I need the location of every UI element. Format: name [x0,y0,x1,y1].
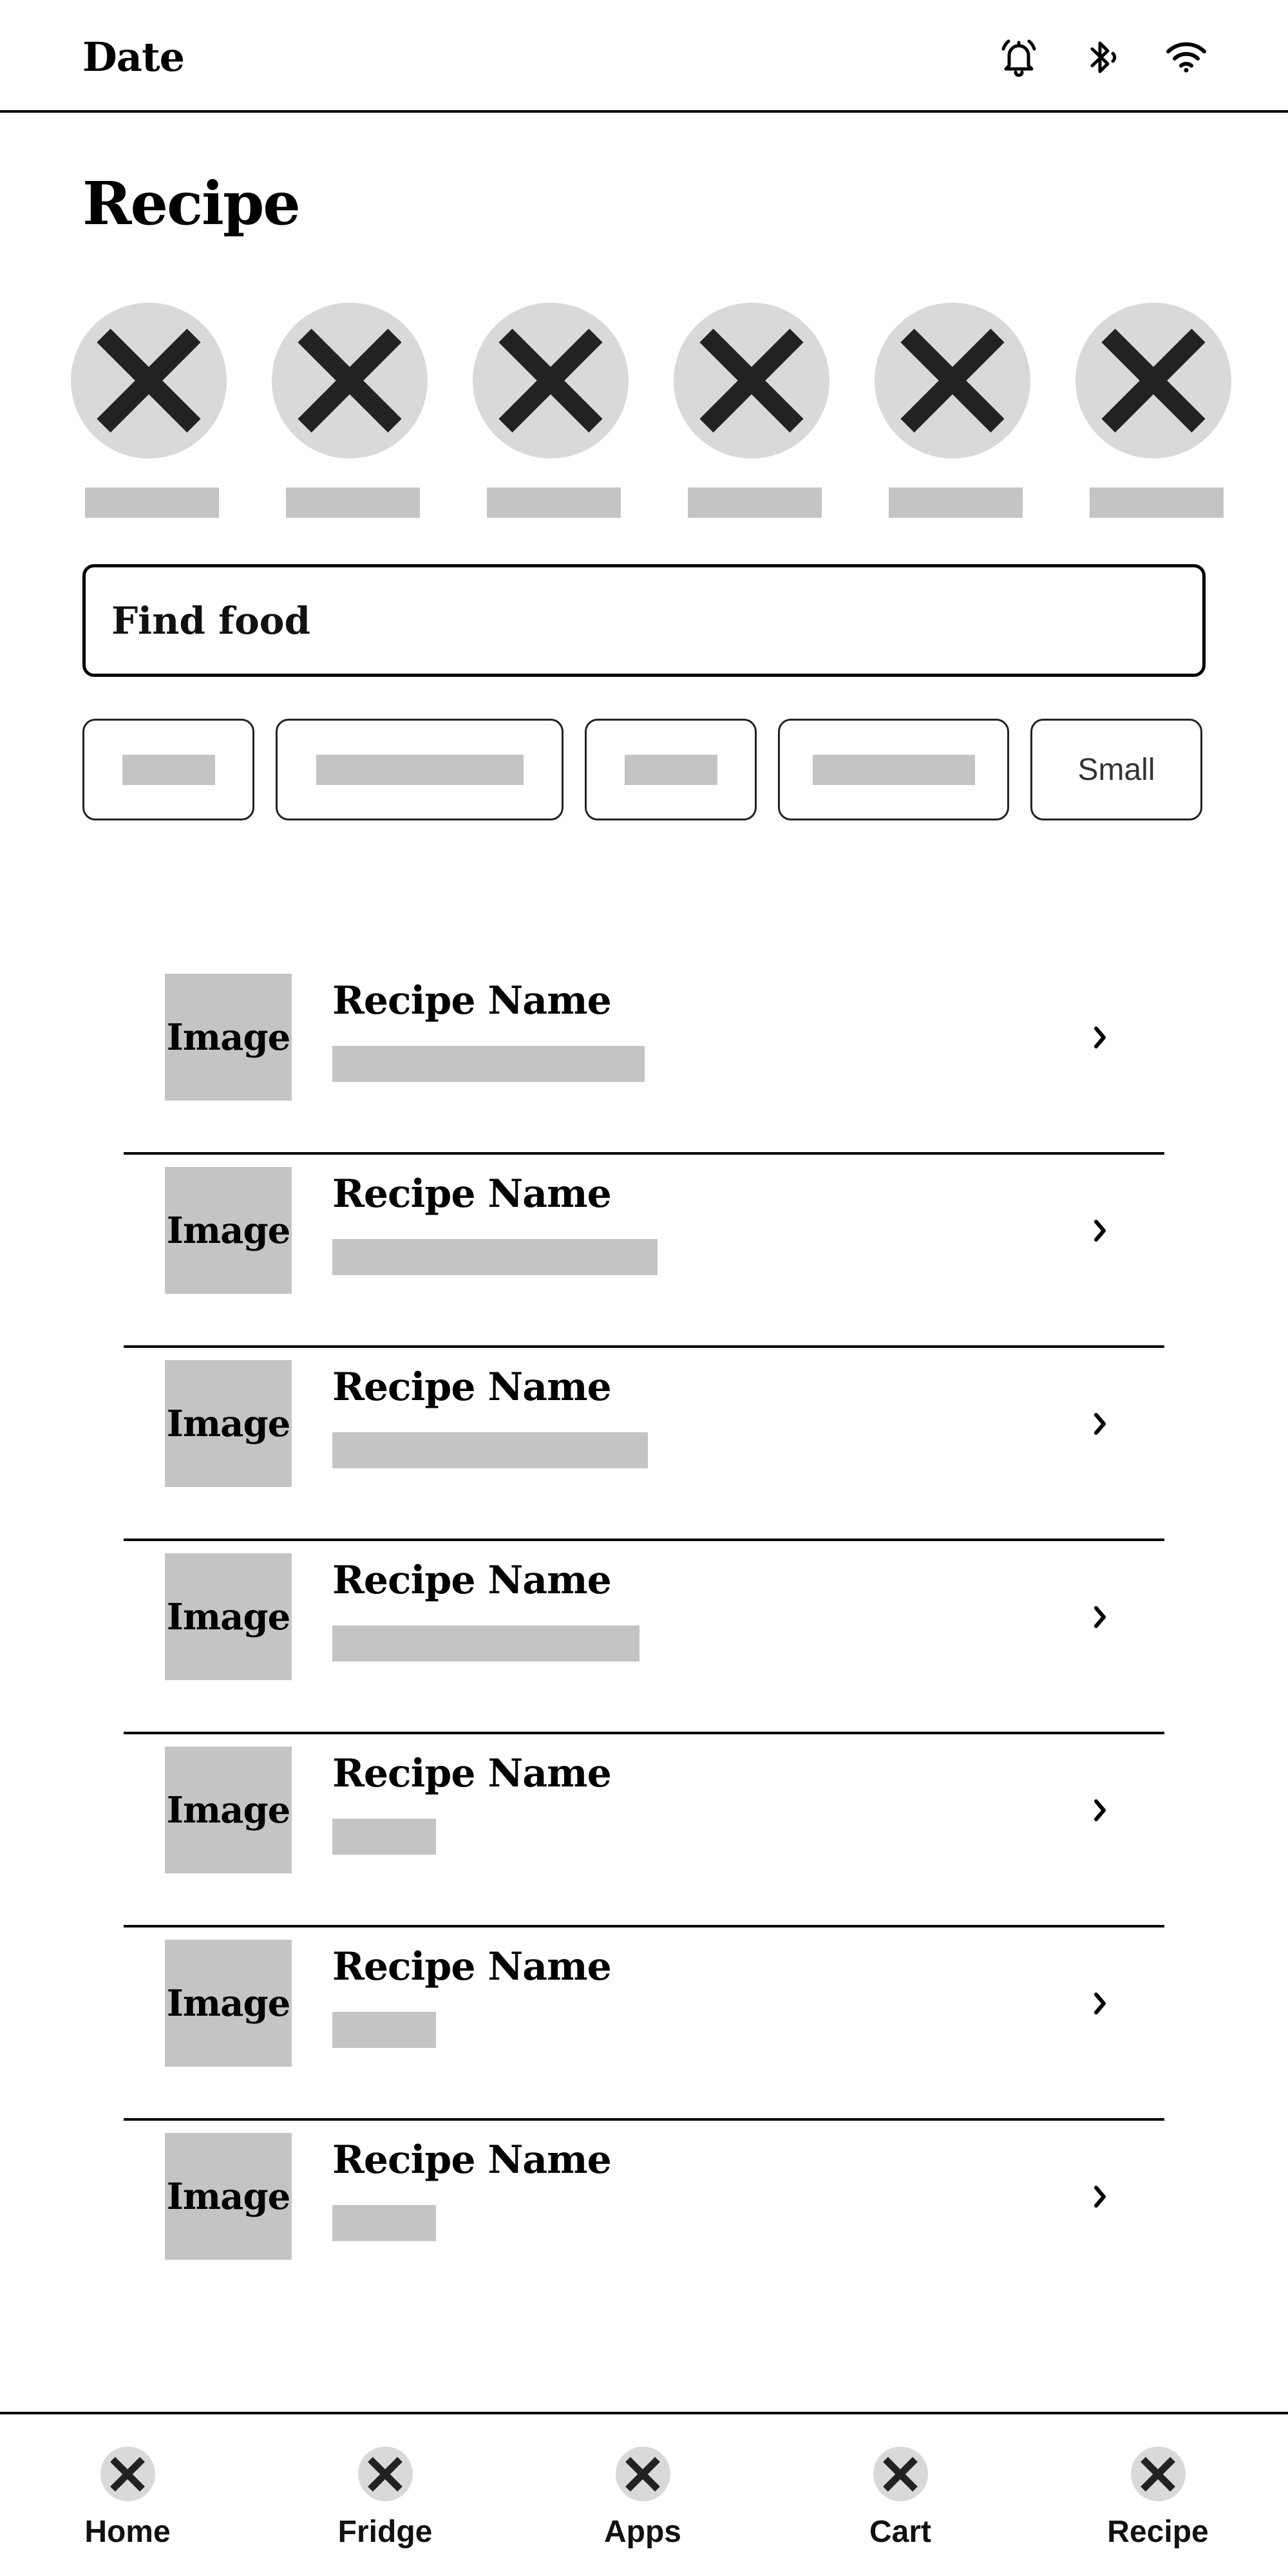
recipe-subtitle-placeholder [332,1046,645,1082]
page-title: Recipe [82,169,301,238]
list-item[interactable]: Image Recipe Name [124,1155,1164,1348]
category-item[interactable] [473,303,629,518]
recipe-image: Image [165,1553,292,1680]
category-image [875,303,1030,459]
category-image [1075,303,1231,459]
category-image [473,303,629,459]
list-item[interactable]: Image Recipe Name [124,1734,1164,1927]
filter-chip-small[interactable]: Small [1030,719,1202,820]
filter-chip-label: Small [1077,752,1155,787]
nav-label: Cart [869,2515,932,2549]
placeholder-x-icon [298,328,402,433]
placeholder-x-icon [1101,328,1206,433]
recipe-subtitle-placeholder [332,1819,436,1855]
recipe-subtitle-placeholder [332,2012,436,2048]
category-label-placeholder [688,488,822,518]
category-item[interactable] [272,303,428,518]
filter-chip[interactable] [82,719,254,820]
category-carousel[interactable] [71,303,1231,522]
bluetooth-icon [1077,35,1128,80]
chevron-right-icon[interactable] [1082,1019,1118,1056]
placeholder-x-icon [498,328,603,433]
cart-icon [873,2447,928,2501]
category-label-placeholder [1090,488,1224,518]
list-item[interactable]: Image Recipe Name [124,961,1164,1155]
recipe-name: Recipe Name [332,1171,612,1217]
placeholder-x-icon [900,328,1005,433]
filter-chip-label-placeholder [812,754,975,785]
category-image [674,303,829,459]
category-item[interactable] [71,303,227,518]
recipe-image: Image [165,1167,292,1294]
category-label-placeholder [286,488,420,518]
nav-item-apps[interactable]: Apps [546,2414,739,2576]
chevron-right-icon[interactable] [1082,1599,1118,1635]
list-item[interactable]: Image Recipe Name [124,1927,1164,2121]
recipe-image: Image [165,974,292,1101]
chevron-right-icon[interactable] [1082,1213,1118,1249]
recipe-image: Image [165,2133,292,2260]
list-item[interactable]: Image Recipe Name [124,2121,1164,2314]
nav-label: Fridge [337,2515,433,2549]
category-label-placeholder [889,488,1023,518]
category-image [272,303,428,459]
nav-label: Recipe [1107,2515,1209,2549]
wifi-icon [1160,35,1212,80]
recipe-subtitle-placeholder [332,1625,639,1662]
search-input[interactable] [111,567,1142,674]
recipe-image: Image [165,1940,292,2067]
filter-chip-label-placeholder [624,754,717,785]
placeholder-x-icon [97,328,201,433]
recipe-name: Recipe Name [332,2137,612,2183]
recipe-subtitle-placeholder [332,1432,648,1468]
filter-chip[interactable] [778,719,1009,820]
chevron-right-icon[interactable] [1082,1985,1118,2022]
recipe-name: Recipe Name [332,1751,612,1796]
fridge-icon [357,2447,413,2501]
recipe-list: Image Recipe Name Image Recipe Name Imag… [124,961,1164,2314]
category-item[interactable] [1075,303,1231,518]
category-item[interactable] [875,303,1030,518]
apps-icon [615,2447,670,2501]
bottom-nav: Home Fridge Apps Cart Recipe [0,2412,1288,2576]
filter-chip[interactable] [276,719,564,820]
chevron-right-icon[interactable] [1082,1406,1118,1442]
home-icon [100,2447,155,2501]
category-label-placeholder [487,488,621,518]
recipe-image: Image [165,1747,292,1873]
search-box[interactable] [82,564,1206,677]
recipe-subtitle-placeholder [332,1239,658,1275]
placeholder-x-icon [699,328,804,433]
alarm-icon [993,35,1045,80]
recipe-name: Recipe Name [332,978,612,1023]
category-label-placeholder [85,488,219,518]
recipe-subtitle-placeholder [332,2205,436,2241]
nav-item-fridge[interactable]: Fridge [289,2414,482,2576]
recipe-name: Recipe Name [332,1365,612,1410]
list-item[interactable]: Image Recipe Name [124,1541,1164,1734]
filter-chip-label-placeholder [316,754,524,785]
category-image [71,303,227,459]
nav-item-cart[interactable]: Cart [804,2414,997,2576]
filter-chip-label-placeholder [122,754,215,785]
recipe-name: Recipe Name [332,1558,612,1603]
status-icons [993,35,1212,80]
chevron-right-icon[interactable] [1082,2179,1118,2215]
status-date: Date [82,33,185,80]
recipe-image: Image [165,1360,292,1487]
filter-chip[interactable] [585,719,757,820]
nav-item-home[interactable]: Home [31,2414,224,2576]
category-item[interactable] [674,303,829,518]
status-bar: Date [0,0,1288,113]
recipe-icon [1130,2447,1186,2501]
list-item[interactable]: Image Recipe Name [124,1348,1164,1541]
recipe-name: Recipe Name [332,1944,612,1989]
nav-label: Apps [604,2515,681,2549]
nav-item-recipe[interactable]: Recipe [1061,2414,1255,2576]
nav-label: Home [84,2515,171,2549]
chevron-right-icon[interactable] [1082,1792,1118,1828]
